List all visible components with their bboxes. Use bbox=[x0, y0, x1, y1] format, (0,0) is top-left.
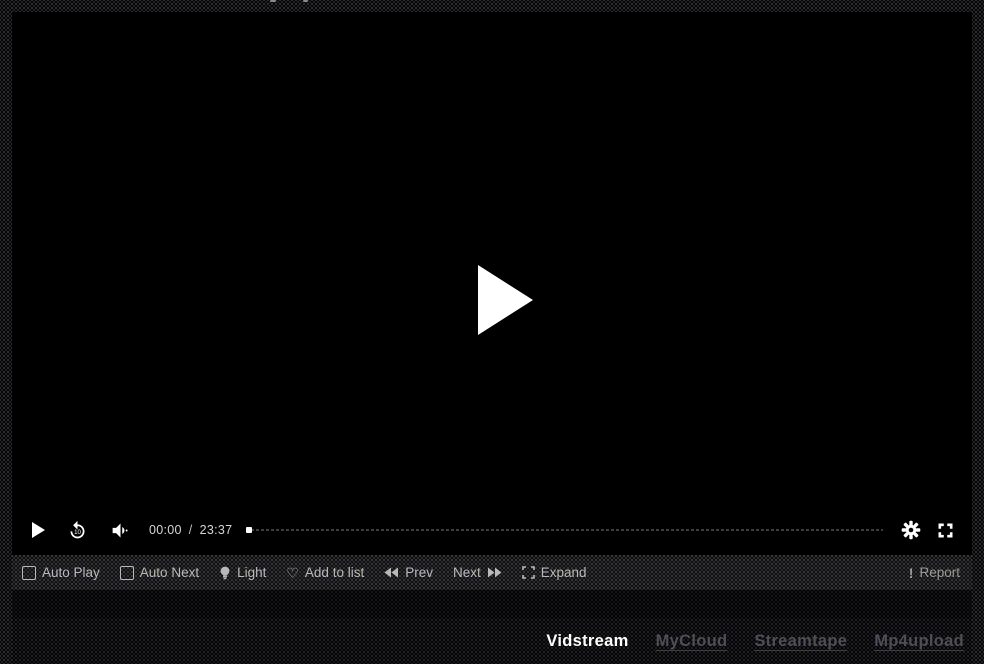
clipped-text-fragment bbox=[303, 0, 308, 2]
controls-right bbox=[901, 520, 956, 541]
fullscreen-button[interactable] bbox=[935, 520, 956, 541]
light-toggle[interactable]: Light bbox=[219, 565, 266, 580]
checkbox-icon bbox=[120, 566, 134, 580]
checkbox-icon bbox=[22, 566, 36, 580]
play-button[interactable] bbox=[32, 522, 45, 538]
gear-icon bbox=[901, 520, 921, 540]
auto-play-label: Auto Play bbox=[42, 565, 100, 580]
expand-button[interactable]: Expand bbox=[522, 565, 587, 580]
progress-track bbox=[246, 529, 883, 531]
fullscreen-icon bbox=[935, 520, 956, 541]
player-control-bar: 10 00:00 / 23:37 bbox=[12, 509, 972, 555]
volume-button[interactable] bbox=[110, 520, 131, 541]
svg-text:10: 10 bbox=[74, 529, 81, 536]
clipped-text-fragment bbox=[270, 0, 276, 2]
duration: 23:37 bbox=[200, 523, 233, 537]
rewind-10-icon: 10 bbox=[67, 520, 88, 541]
section-divider bbox=[12, 590, 972, 618]
time-separator: / bbox=[189, 523, 193, 537]
exclamation-icon: ! bbox=[909, 566, 914, 580]
report-label: Report bbox=[919, 565, 960, 580]
auto-next-toggle[interactable]: Auto Next bbox=[120, 565, 199, 580]
server-streamtape[interactable]: Streamtape bbox=[754, 632, 847, 651]
lightbulb-icon bbox=[219, 566, 231, 580]
next-label: Next bbox=[453, 565, 481, 580]
play-icon bbox=[32, 522, 45, 538]
next-episode-button[interactable]: Next bbox=[453, 565, 502, 580]
volume-icon bbox=[110, 520, 131, 541]
current-time: 00:00 bbox=[149, 523, 182, 537]
report-button[interactable]: ! Report bbox=[909, 565, 960, 580]
content-column: 10 00:00 / 23:37 bbox=[12, 12, 972, 664]
prev-label: Prev bbox=[405, 565, 433, 580]
add-to-list-button[interactable]: ♡ Add to list bbox=[286, 565, 364, 580]
server-mycloud[interactable]: MyCloud bbox=[656, 632, 728, 651]
settings-button[interactable] bbox=[901, 520, 921, 540]
server-vidstream[interactable]: Vidstream bbox=[546, 632, 628, 651]
rewind-10-button[interactable]: 10 bbox=[67, 520, 88, 541]
heart-icon: ♡ bbox=[286, 566, 299, 580]
page: 10 00:00 / 23:37 bbox=[0, 0, 984, 664]
playhead[interactable] bbox=[246, 527, 252, 533]
add-to-list-label: Add to list bbox=[305, 565, 364, 580]
expand-label: Expand bbox=[541, 565, 587, 580]
auto-next-label: Auto Next bbox=[140, 565, 199, 580]
player-toolbar: Auto Play Auto Next Light ♡ Add to list bbox=[12, 555, 972, 590]
progress-bar[interactable] bbox=[246, 523, 883, 537]
light-label: Light bbox=[237, 565, 266, 580]
auto-play-toggle[interactable]: Auto Play bbox=[22, 565, 100, 580]
prev-icon bbox=[384, 567, 399, 578]
server-list: Vidstream MyCloud Streamtape Mp4upload bbox=[12, 618, 972, 664]
big-play-button[interactable] bbox=[478, 265, 533, 335]
video-player[interactable]: 10 00:00 / 23:37 bbox=[12, 12, 972, 555]
time-display: 00:00 / 23:37 bbox=[149, 523, 232, 537]
prev-episode-button[interactable]: Prev bbox=[384, 565, 433, 580]
next-icon bbox=[487, 567, 502, 578]
server-mp4upload[interactable]: Mp4upload bbox=[874, 632, 964, 651]
expand-icon bbox=[522, 566, 535, 579]
